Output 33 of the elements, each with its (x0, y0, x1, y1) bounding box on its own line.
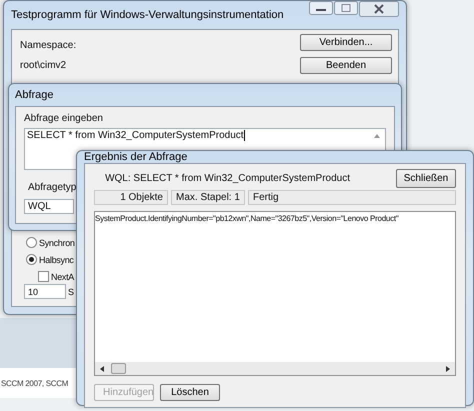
namespace-label: Namespace: (20, 40, 76, 51)
radio-button[interactable] (26, 254, 37, 265)
scroll-right-icon[interactable] (445, 364, 451, 372)
query-type-label: Abfragetyp (27, 182, 76, 193)
close-icon[interactable] (359, 1, 399, 17)
minimize-icon[interactable] (309, 1, 333, 15)
horizontal-scrollbar[interactable] (95, 362, 455, 375)
checkbox[interactable] (38, 271, 49, 282)
query-label: Abfrage eingeben (24, 113, 103, 124)
query-type-field[interactable]: WQL (24, 199, 74, 214)
window-title: Testprogramm für Windows-Verwaltungsinstrumentation (11, 9, 284, 21)
batch-field[interactable]: 10 (24, 284, 66, 299)
namespace-text: root\cimv2 (20, 60, 68, 71)
exit-button[interactable]: Beenden (300, 57, 392, 74)
window-title: Ergebnis der Abfrage (84, 151, 188, 163)
close-button[interactable]: Schließen (396, 169, 456, 188)
result-row[interactable]: SystemProduct.IdentifyingNumber="pb12xwn",Name="3267bz5",Version="Lenovo Product" (95, 214, 455, 223)
option-label[interactable]: Synchron (39, 238, 75, 248)
query-text: WQL: SELECT * from Win32_ComputerSystemProduct (105, 173, 350, 184)
scroll-thumb[interactable] (111, 363, 126, 374)
option-label[interactable]: NextA (51, 272, 74, 282)
connect-button[interactable]: Verbinden... (300, 34, 392, 51)
status-pane: 1 Objekte (94, 190, 168, 205)
delete-button[interactable]: Löschen (160, 384, 220, 401)
window-title: Abfrage (15, 89, 54, 101)
status-pane: Max. Stapel: 1 (171, 190, 245, 205)
status-pane: Fertig (248, 190, 456, 205)
page-text: SCCM 2007, SCCM (1, 378, 68, 388)
scroll-left-icon[interactable] (99, 364, 105, 372)
option-label[interactable]: Halbsync (39, 254, 74, 264)
scroll-up-icon[interactable] (373, 133, 381, 139)
batch-label: S (68, 286, 74, 296)
radio-button[interactable] (26, 237, 37, 248)
